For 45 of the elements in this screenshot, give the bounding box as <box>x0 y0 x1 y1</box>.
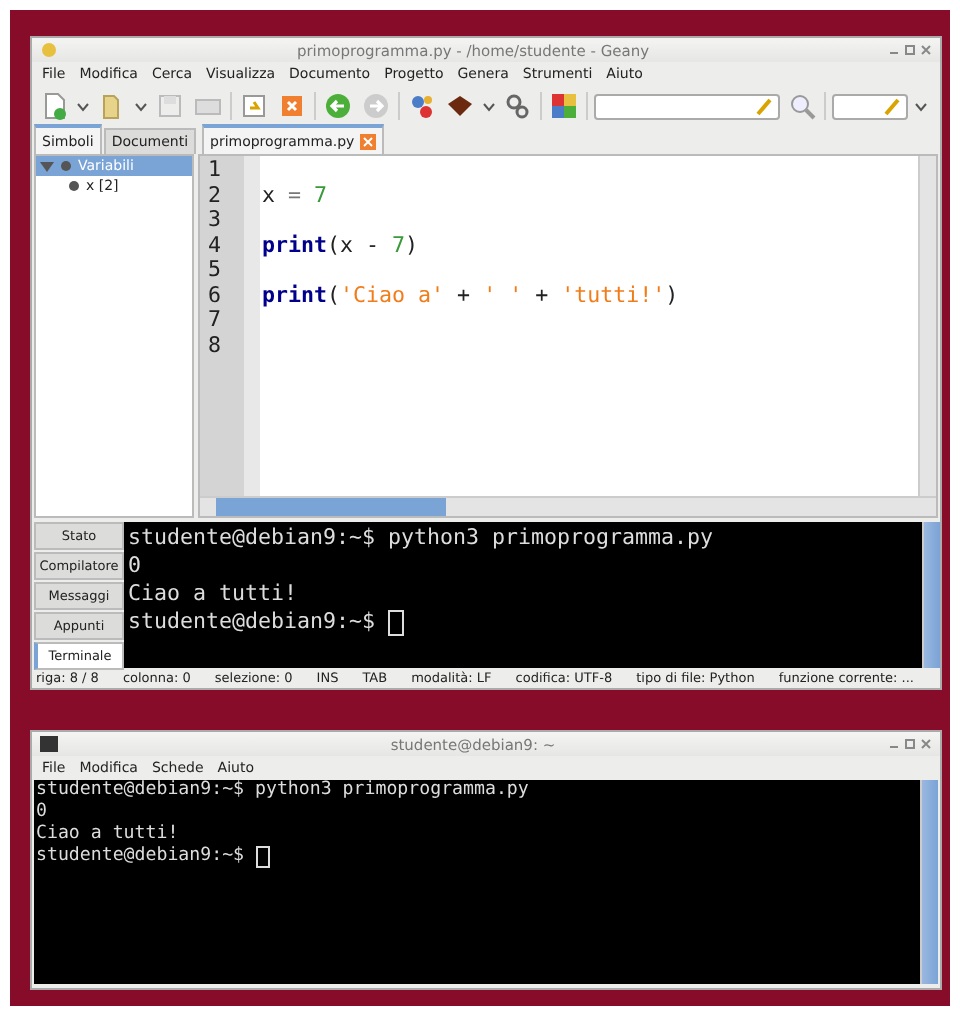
caret-icon[interactable] <box>134 101 148 111</box>
caret-icon[interactable] <box>76 101 90 111</box>
terminal-icon <box>40 736 58 752</box>
line-number: 1 <box>208 158 224 183</box>
terminal-line: 0 <box>128 552 142 580</box>
goto-line-field[interactable] <box>831 93 908 119</box>
terminal-line: 0 <box>36 802 47 824</box>
search-icon[interactable] <box>787 92 816 120</box>
expanded-arrow-icon[interactable] <box>40 159 54 173</box>
line-number: 8 <box>208 333 224 358</box>
terminal-line: studente@debian9:~$ <box>36 846 247 868</box>
terminal-line: studente@debian9:~$ python3 primoprogramma.py <box>128 524 714 552</box>
terminal-panel[interactable]: studente@debian9:~$ python3 primoprogramma.py 0 Ciao a tutti! studente@debian9:~$ <box>124 522 922 668</box>
code-line: x = 7 <box>262 183 328 208</box>
line-number: 4 <box>208 233 224 258</box>
code-line: print(x - 7) <box>262 233 419 258</box>
terminal-line: Ciao a tutti! <box>36 824 179 846</box>
line-number: 7 <box>208 308 224 333</box>
line-number: 5 <box>208 258 224 283</box>
close-icon[interactable] <box>920 738 932 750</box>
caret-icon[interactable] <box>482 101 496 111</box>
terminal-line: Ciao a tutti! <box>128 580 298 608</box>
line-number: 6 <box>208 283 224 308</box>
code-line: print('Ciao a' + ' ' + 'tutti!') <box>262 283 679 308</box>
terminal-line: studente@debian9:~$ python3 primoprogramma.py <box>36 780 529 802</box>
line-number: 2 <box>208 183 224 208</box>
clear-icon[interactable] <box>882 96 902 116</box>
color-chooser-icon[interactable] <box>550 92 578 120</box>
line-number: 3 <box>208 208 224 233</box>
close-icon[interactable] <box>920 44 932 56</box>
close-file-icon[interactable] <box>278 92 306 120</box>
maximize-icon[interactable] <box>904 738 916 750</box>
scrollbar[interactable] <box>918 156 936 496</box>
maximize-icon[interactable] <box>904 44 916 56</box>
scrollbar[interactable] <box>922 522 940 668</box>
horizontal-scrollbar[interactable] <box>200 496 936 516</box>
caret-icon[interactable] <box>914 101 928 111</box>
terminal-panel[interactable]: studente@debian9:~$ python3 primoprogramma.py 0 Ciao a tutti! studente@debian9:~$ <box>34 780 920 984</box>
clear-icon[interactable] <box>753 96 774 116</box>
gears-icon[interactable] <box>504 92 532 120</box>
scrollbar[interactable] <box>920 780 938 984</box>
new-file-icon[interactable] <box>40 92 68 120</box>
terminal-line: studente@debian9:~$ <box>128 608 378 636</box>
scrollbar-thumb[interactable] <box>216 498 446 516</box>
search-field[interactable] <box>594 93 780 119</box>
